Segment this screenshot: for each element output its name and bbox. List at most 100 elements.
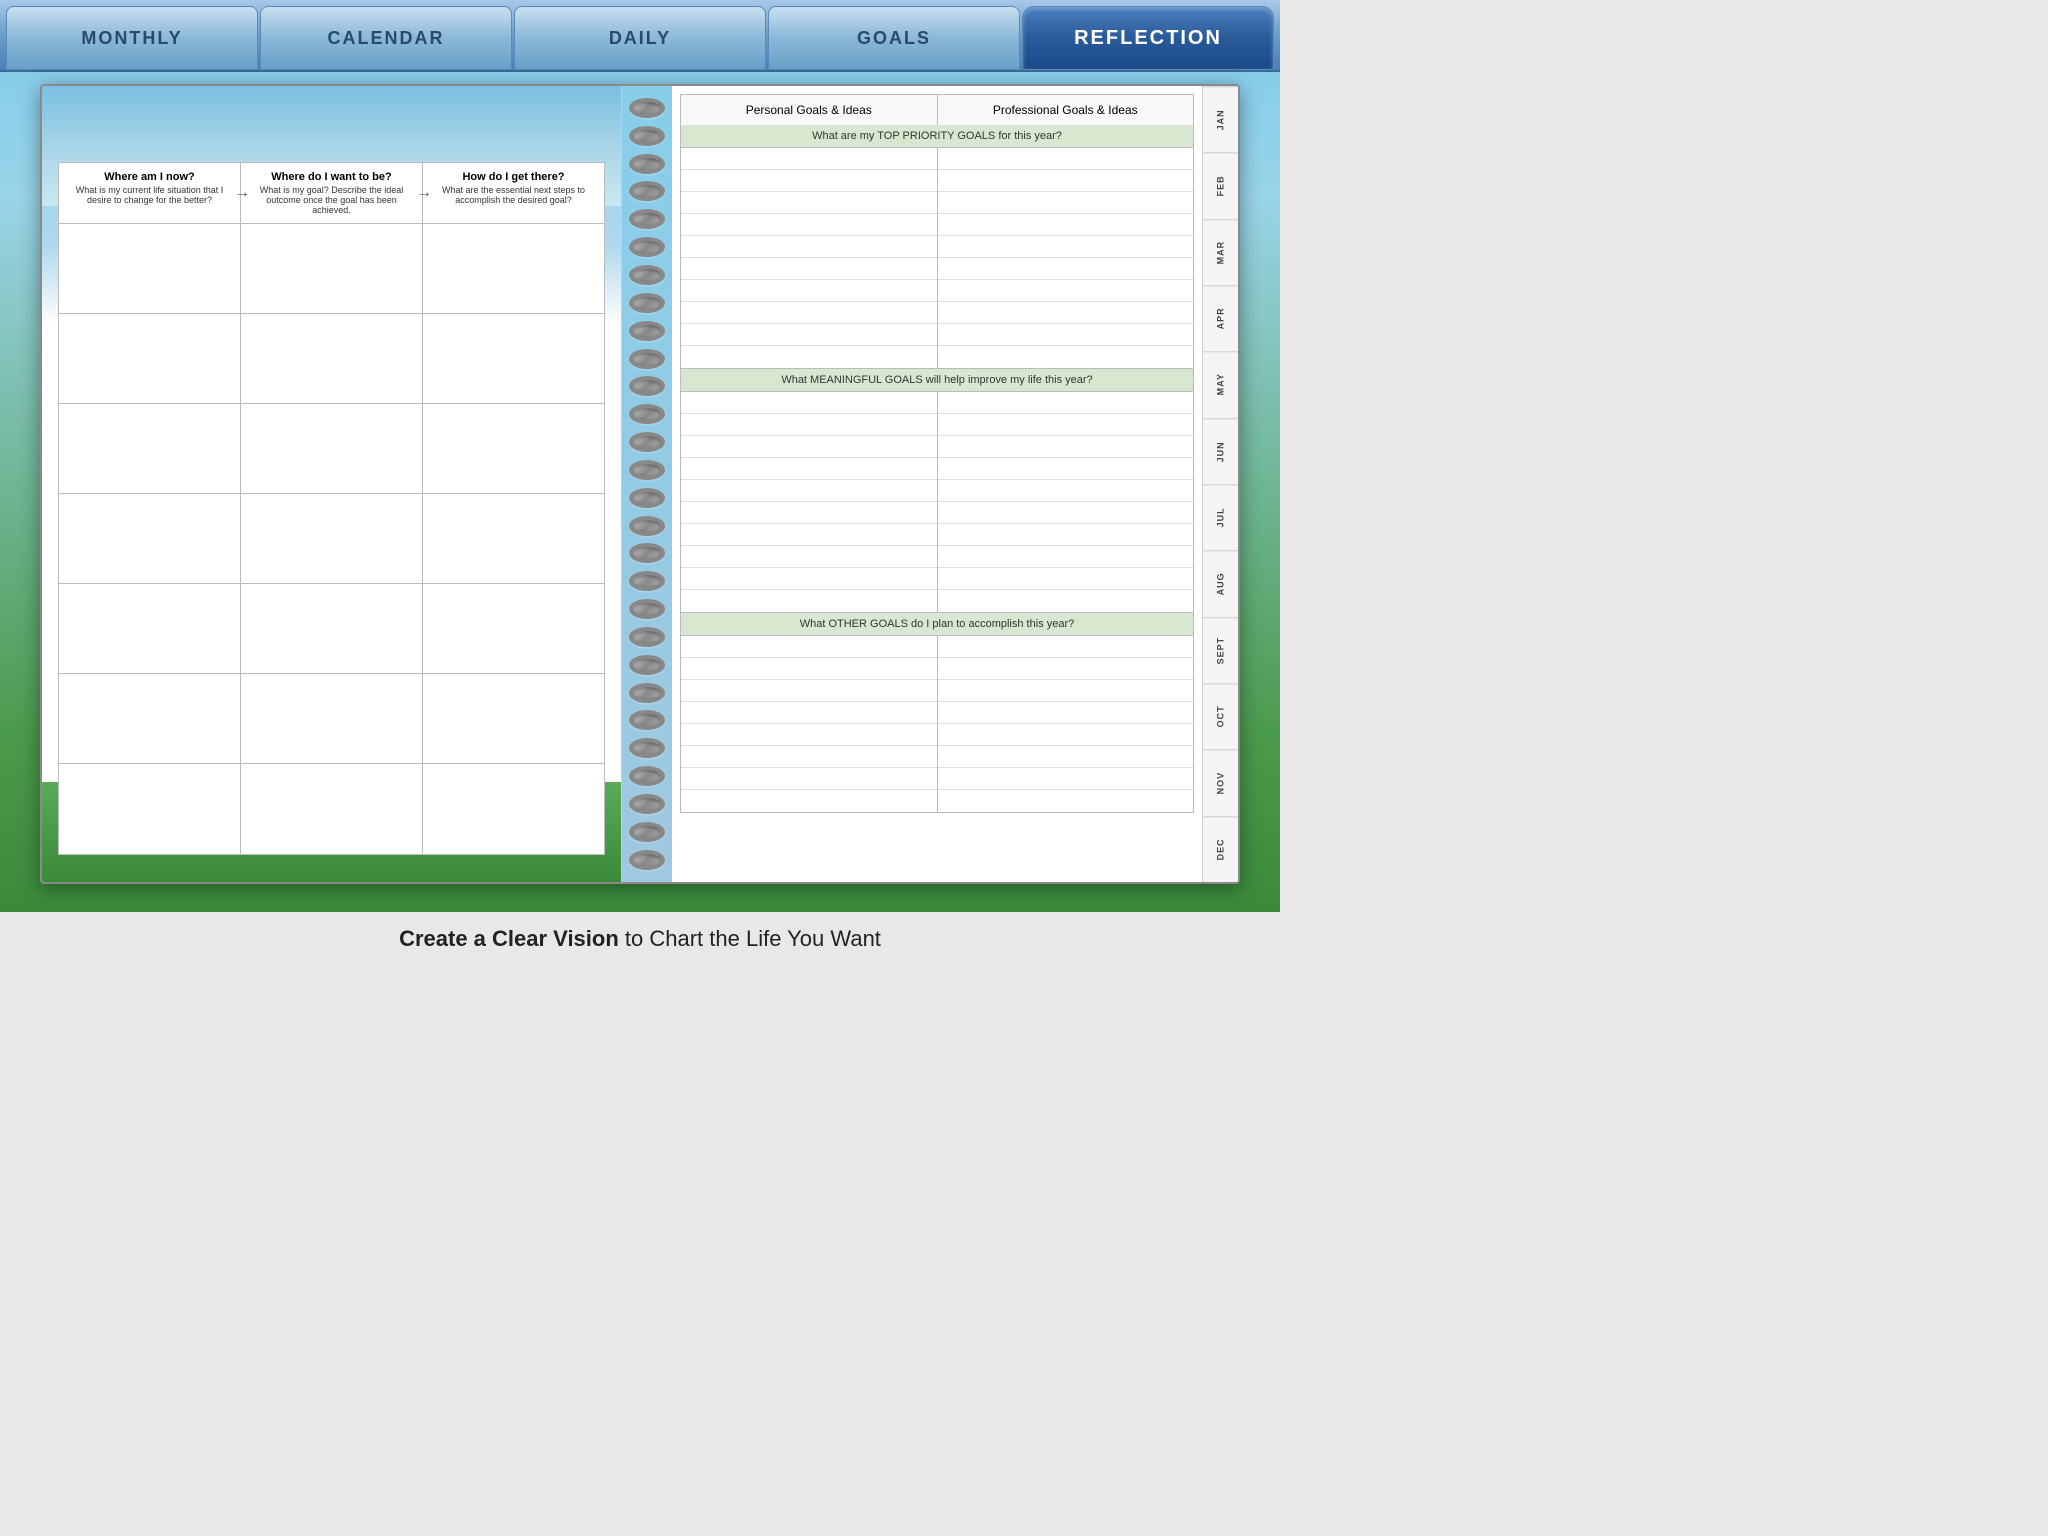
grid-cell[interactable] bbox=[241, 224, 423, 313]
goal-line[interactable] bbox=[681, 480, 937, 502]
grid-cell[interactable] bbox=[59, 674, 241, 763]
goal-line[interactable] bbox=[938, 502, 1194, 524]
grid-cell[interactable] bbox=[241, 314, 423, 403]
month-tab-oct[interactable]: OCT bbox=[1203, 683, 1238, 749]
goal-line[interactable] bbox=[681, 768, 937, 790]
goal-line[interactable] bbox=[938, 324, 1194, 346]
goal-line[interactable] bbox=[938, 636, 1194, 658]
goal-line[interactable] bbox=[938, 414, 1194, 436]
month-tab-jun[interactable]: JUN bbox=[1203, 418, 1238, 484]
grid-cell[interactable] bbox=[59, 224, 241, 313]
grid-cell[interactable] bbox=[423, 494, 604, 583]
top-priority-personal[interactable] bbox=[681, 148, 938, 368]
goal-line[interactable] bbox=[681, 214, 937, 236]
month-tab-dec[interactable]: DEC bbox=[1203, 816, 1238, 882]
goal-line[interactable] bbox=[681, 546, 937, 568]
grid-cell[interactable] bbox=[241, 674, 423, 763]
goal-line[interactable] bbox=[681, 302, 937, 324]
goal-line[interactable] bbox=[681, 414, 937, 436]
meaningful-professional[interactable] bbox=[938, 392, 1194, 612]
goal-line[interactable] bbox=[681, 148, 937, 170]
grid-cell[interactable] bbox=[423, 764, 604, 854]
meaningful-personal[interactable] bbox=[681, 392, 938, 612]
goal-line[interactable] bbox=[681, 436, 937, 458]
grid-cell[interactable] bbox=[59, 764, 241, 854]
goal-line[interactable] bbox=[938, 346, 1194, 368]
grid-cell[interactable] bbox=[423, 404, 604, 493]
goal-line[interactable] bbox=[681, 790, 937, 812]
top-priority-professional[interactable] bbox=[938, 148, 1194, 368]
goal-line[interactable] bbox=[681, 324, 937, 346]
goal-line[interactable] bbox=[938, 546, 1194, 568]
goal-line[interactable] bbox=[938, 170, 1194, 192]
grid-cell[interactable] bbox=[423, 674, 604, 763]
goal-line[interactable] bbox=[938, 724, 1194, 746]
goal-line[interactable] bbox=[938, 280, 1194, 302]
goal-line[interactable] bbox=[938, 746, 1194, 768]
goal-line[interactable] bbox=[681, 702, 937, 724]
month-tab-sept[interactable]: SEPT bbox=[1203, 617, 1238, 683]
tab-daily[interactable]: DAILY bbox=[514, 6, 766, 70]
goal-line[interactable] bbox=[681, 524, 937, 546]
goal-line[interactable] bbox=[681, 236, 937, 258]
goal-line[interactable] bbox=[681, 392, 937, 414]
goal-line[interactable] bbox=[938, 258, 1194, 280]
grid-cell[interactable] bbox=[241, 764, 423, 854]
goal-line[interactable] bbox=[681, 346, 937, 368]
grid-cell[interactable] bbox=[241, 584, 423, 673]
goal-line[interactable] bbox=[681, 170, 937, 192]
grid-cell[interactable] bbox=[59, 584, 241, 673]
month-tab-aug[interactable]: AUG bbox=[1203, 550, 1238, 616]
other-personal[interactable] bbox=[681, 636, 938, 812]
goal-line[interactable] bbox=[938, 302, 1194, 324]
goal-line[interactable] bbox=[681, 458, 937, 480]
month-tab-feb[interactable]: FEB bbox=[1203, 152, 1238, 218]
tab-monthly[interactable]: MONTHLY bbox=[6, 6, 258, 70]
goal-line[interactable] bbox=[938, 192, 1194, 214]
goal-line[interactable] bbox=[681, 658, 937, 680]
goal-line[interactable] bbox=[938, 568, 1194, 590]
grid-cell[interactable] bbox=[423, 224, 604, 313]
goal-line[interactable] bbox=[938, 768, 1194, 790]
grid-cell[interactable] bbox=[59, 404, 241, 493]
goal-line[interactable] bbox=[938, 148, 1194, 170]
goal-line[interactable] bbox=[938, 702, 1194, 724]
goal-line[interactable] bbox=[681, 680, 937, 702]
tab-goals[interactable]: GOALS bbox=[768, 6, 1020, 70]
month-tab-may[interactable]: MAY bbox=[1203, 351, 1238, 417]
goal-line[interactable] bbox=[938, 590, 1194, 612]
goal-line[interactable] bbox=[681, 746, 937, 768]
grid-cell[interactable] bbox=[59, 314, 241, 403]
goal-line[interactable] bbox=[938, 790, 1194, 812]
month-tab-mar[interactable]: MAR bbox=[1203, 219, 1238, 285]
goal-line[interactable] bbox=[938, 236, 1194, 258]
goal-line[interactable] bbox=[938, 214, 1194, 236]
goal-line[interactable] bbox=[681, 636, 937, 658]
goal-line[interactable] bbox=[938, 392, 1194, 414]
goal-line[interactable] bbox=[938, 680, 1194, 702]
grid-cell[interactable] bbox=[423, 314, 604, 403]
other-professional[interactable] bbox=[938, 636, 1194, 812]
month-tab-jan[interactable]: JAN bbox=[1203, 86, 1238, 152]
tab-reflection[interactable]: REFLECTION bbox=[1022, 6, 1274, 70]
month-tab-apr[interactable]: APR bbox=[1203, 285, 1238, 351]
goal-line[interactable] bbox=[938, 480, 1194, 502]
tab-calendar[interactable]: CALENDAR bbox=[260, 6, 512, 70]
goal-line[interactable] bbox=[938, 524, 1194, 546]
grid-cell[interactable] bbox=[241, 404, 423, 493]
goal-line[interactable] bbox=[681, 258, 937, 280]
goal-line[interactable] bbox=[681, 724, 937, 746]
grid-cell[interactable] bbox=[423, 584, 604, 673]
month-tab-jul[interactable]: JUL bbox=[1203, 484, 1238, 550]
goal-line[interactable] bbox=[681, 280, 937, 302]
grid-cell[interactable] bbox=[241, 494, 423, 583]
goal-line[interactable] bbox=[681, 192, 937, 214]
grid-cell[interactable] bbox=[59, 494, 241, 583]
month-tab-nov[interactable]: NOV bbox=[1203, 749, 1238, 815]
goal-line[interactable] bbox=[681, 590, 937, 612]
goal-line[interactable] bbox=[938, 458, 1194, 480]
goal-line[interactable] bbox=[681, 502, 937, 524]
goal-line[interactable] bbox=[938, 436, 1194, 458]
goal-line[interactable] bbox=[938, 658, 1194, 680]
goal-line[interactable] bbox=[681, 568, 937, 590]
